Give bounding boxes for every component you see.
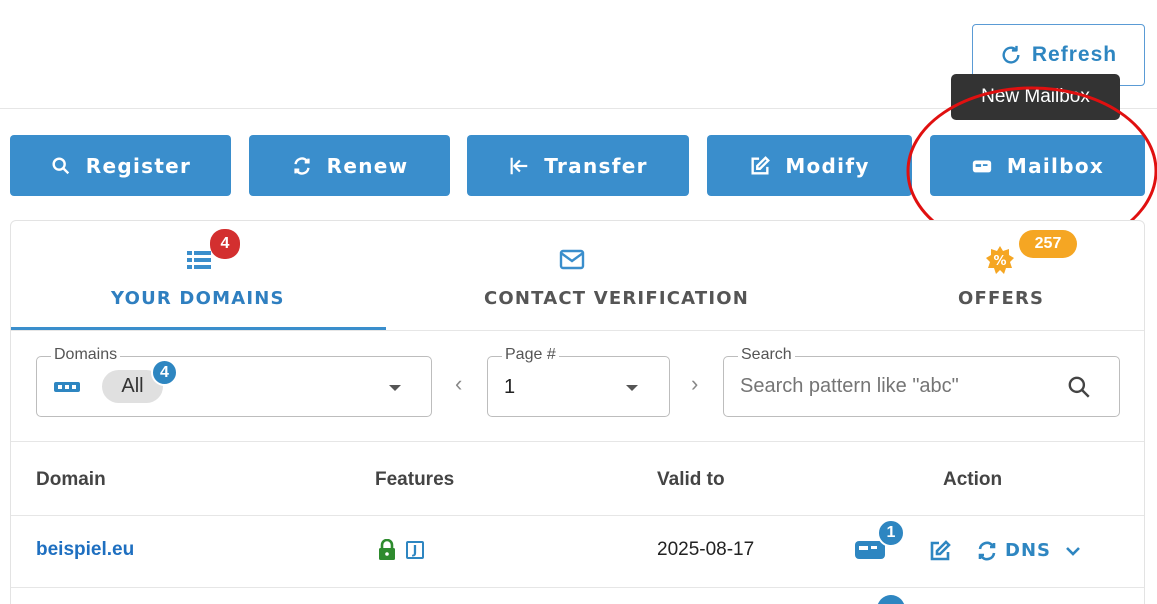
- domains-filter-select[interactable]: Domains All 4: [36, 346, 432, 417]
- column-header-action: Action: [943, 469, 1003, 490]
- next-row-badge: [877, 595, 905, 604]
- row-divider: [11, 587, 1144, 588]
- page-next-button[interactable]: ›: [691, 371, 698, 397]
- edit-icon[interactable]: [928, 539, 952, 563]
- feature-badge-letter: J: [412, 543, 418, 557]
- lock-icon: [379, 539, 395, 560]
- dns-button[interactable]: DNS: [1005, 540, 1051, 561]
- svg-text:%: %: [993, 254, 1006, 269]
- list-icon: [187, 251, 211, 269]
- edit-icon: [751, 155, 771, 175]
- column-header-domain[interactable]: Domain: [36, 469, 106, 491]
- refresh-label: Refresh: [1031, 43, 1118, 66]
- refresh-icon: [1002, 45, 1020, 64]
- mailbox-icon: [972, 160, 992, 172]
- valid-to-date: 2025-08-17: [657, 539, 755, 560]
- domains-filter-legend: Domains: [51, 346, 121, 364]
- register-button[interactable]: Register: [10, 135, 231, 196]
- tab-offers-label: OFFERS: [958, 288, 1045, 309]
- domains-panel: 4 YOUR DOMAINS CONTACT VERIFICATION % 25…: [10, 220, 1145, 604]
- domains-tab-badge: 4: [210, 229, 240, 259]
- tab-contact-verification-label: CONTACT VERIFICATION: [484, 288, 750, 309]
- renew-button[interactable]: Renew: [249, 135, 450, 196]
- search-field[interactable]: Search: [723, 346, 1120, 417]
- modify-label: Modify: [785, 153, 870, 178]
- column-header-features: Features: [375, 469, 455, 490]
- transfer-icon: [510, 157, 528, 174]
- mailbox-tooltip: New Mailbox: [951, 74, 1120, 120]
- chevron-down-icon: [626, 385, 638, 391]
- filters-divider: [11, 441, 1144, 442]
- search-icon[interactable]: [1066, 374, 1092, 400]
- feature-badge-j: J: [406, 541, 424, 559]
- register-label: Register: [85, 153, 192, 178]
- search-icon: [52, 156, 69, 174]
- renew-icon[interactable]: [975, 539, 999, 563]
- tab-your-domains-label: YOUR DOMAINS: [111, 288, 285, 309]
- transfer-button[interactable]: Transfer: [467, 135, 689, 196]
- page-select[interactable]: Page # 1: [487, 346, 670, 417]
- domains-filter-badge: 4: [151, 359, 178, 386]
- mailbox-count-badge: 1: [877, 519, 905, 547]
- offers-tab-badge: 257: [1019, 230, 1077, 258]
- mail-icon: [559, 249, 585, 270]
- column-header-valid-to[interactable]: Valid to: [657, 469, 725, 491]
- domains-type-icon: [54, 382, 80, 392]
- chevron-down-icon: [389, 385, 401, 391]
- discount-icon: %: [986, 246, 1014, 274]
- transfer-label: Transfer: [544, 153, 648, 178]
- tab-your-domains[interactable]: 4 YOUR DOMAINS: [11, 221, 386, 331]
- tab-offers[interactable]: % 257 OFFERS: [756, 221, 1144, 331]
- tabs-divider: [11, 330, 1144, 331]
- page-prev-button[interactable]: ‹: [455, 371, 462, 397]
- mailbox-button[interactable]: Mailbox: [930, 135, 1145, 196]
- domains-filter-chip-label: All: [121, 375, 144, 397]
- page-select-legend: Page #: [502, 346, 559, 364]
- domain-link[interactable]: beispiel.eu: [36, 539, 134, 561]
- renew-label: Renew: [326, 153, 409, 178]
- tooltip-text: New Mailbox: [981, 86, 1090, 107]
- search-field-legend: Search: [738, 346, 795, 364]
- mailbox-label: Mailbox: [1006, 153, 1105, 178]
- renew-icon: [294, 156, 310, 175]
- header-divider: [11, 515, 1144, 516]
- chevron-down-icon[interactable]: [1065, 545, 1081, 557]
- tab-contact-verification[interactable]: CONTACT VERIFICATION: [386, 221, 756, 331]
- modify-button[interactable]: Modify: [707, 135, 912, 196]
- page-select-value: 1: [504, 376, 516, 398]
- search-input[interactable]: [740, 371, 1060, 401]
